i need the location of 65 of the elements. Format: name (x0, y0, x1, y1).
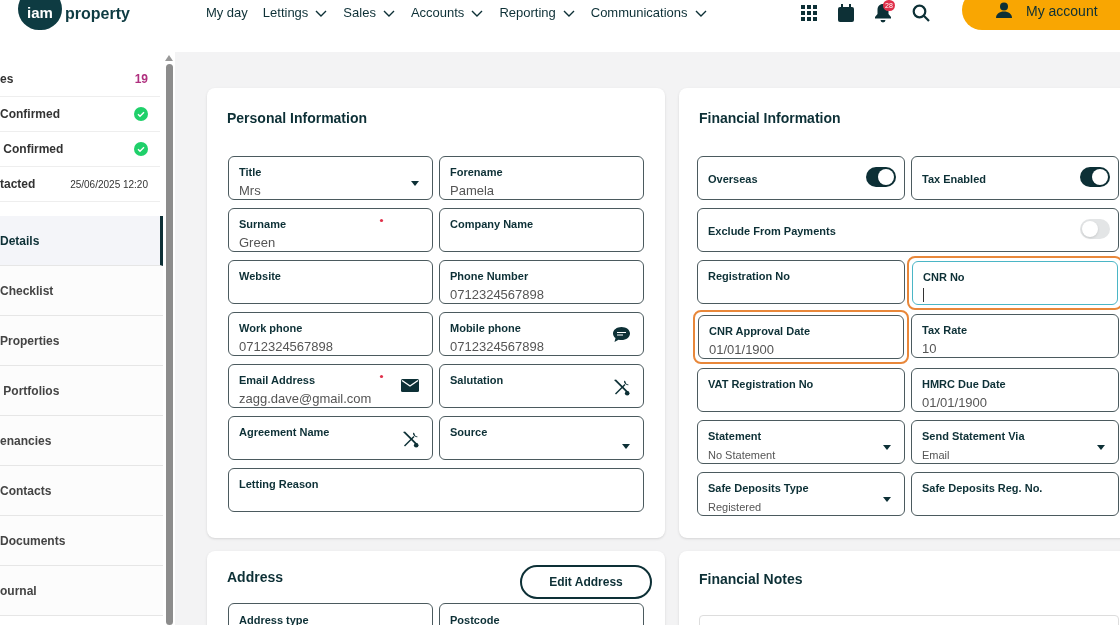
toggle-switch[interactable] (1080, 167, 1110, 187)
input-field[interactable]: Email Address zagg.dave@gmail.com (228, 364, 433, 408)
search-icon[interactable] (912, 4, 930, 22)
nav-menu[interactable]: Communications (590, 3, 708, 23)
input-field[interactable]: Mobile phone 0712324567898 (439, 312, 644, 356)
input-field[interactable]: Tax Rate 10 (911, 314, 1119, 358)
select-field[interactable]: Title Mrs (228, 156, 433, 200)
envelope-icon[interactable] (401, 379, 419, 392)
dropdown-caret-icon (622, 444, 630, 449)
nav-menu[interactable]: Lettings (262, 3, 329, 23)
account-button[interactable]: My account (962, 0, 1120, 30)
calendar-icon[interactable] (838, 4, 854, 22)
input-field[interactable]: Safe Deposits Reg. No. (911, 472, 1119, 516)
nav-menu[interactable]: Sales (343, 3, 396, 23)
dropdown-caret-icon (1097, 445, 1105, 450)
sidebar-label: es (0, 71, 14, 88)
sidebar-label: Confirmed (0, 106, 60, 123)
tools-icon[interactable] (402, 431, 419, 448)
card-title: Personal Information (227, 108, 368, 128)
card-title: Address (227, 567, 284, 587)
card-title: Financial Notes (699, 569, 803, 589)
tools-icon[interactable] (613, 379, 630, 396)
input-field[interactable]: CNR No (912, 261, 1118, 305)
nav-menu[interactable]: My day (205, 3, 248, 23)
sms-bubble-icon[interactable] (613, 327, 630, 342)
nav-menu[interactable]: Reporting (499, 3, 576, 23)
logo-text: property (65, 4, 130, 24)
input-field[interactable]: Salutation (439, 364, 644, 408)
sidebar-item[interactable]: Details (0, 216, 163, 266)
dropdown-caret-icon (883, 445, 891, 450)
select-field[interactable]: Source (439, 416, 644, 460)
input-field[interactable]: Registration No (697, 260, 905, 304)
apps-grid-icon[interactable] (800, 4, 818, 22)
toggle-row[interactable]: Exclude From Payments (697, 208, 1119, 252)
dropdown-caret-icon (411, 181, 419, 186)
input-field[interactable]: Phone Number 0712324567898 (439, 260, 644, 304)
input-field[interactable]: HMRC Due Date 01/01/1900 (911, 368, 1119, 412)
select-field[interactable]: Statement No Statement (697, 420, 905, 464)
input-field[interactable]: Agreement Name (228, 416, 433, 460)
toggle-row[interactable]: Overseas (697, 156, 905, 200)
input-field[interactable]: Company Name (439, 208, 644, 252)
edit-address-button[interactable]: Edit Address (520, 565, 652, 599)
input-field[interactable]: Surname Green (228, 208, 433, 252)
input-field[interactable]: Forename Pamela (439, 156, 644, 200)
timestamp: 25/06/2025 12:20 (70, 177, 148, 192)
count-value: 19 (134, 71, 148, 88)
sidebar-label: tacted (0, 176, 36, 193)
scrollbar[interactable] (163, 52, 175, 625)
dropdown-caret-icon (883, 497, 891, 502)
toggle-switch[interactable] (1080, 219, 1110, 239)
select-field[interactable]: Safe Deposits Type Registered (697, 472, 905, 516)
input-field[interactable]: Letting Reason (228, 468, 644, 512)
input-field[interactable]: Postcode (439, 603, 644, 625)
logo-badge: iam (18, 0, 62, 30)
toggle-row[interactable]: Tax Enabled (911, 156, 1119, 200)
toggle-switch[interactable] (866, 167, 896, 187)
nav-menu[interactable]: Accounts (410, 3, 485, 23)
user-icon (996, 2, 1012, 18)
select-field[interactable]: Send Statement Via Email (911, 420, 1119, 464)
input-field[interactable]: Work phone 0712324567898 (228, 312, 433, 356)
sidebar-label: Confirmed (2, 141, 64, 158)
input-field[interactable]: VAT Registration No (697, 368, 905, 412)
card-title: Financial Information (699, 108, 841, 128)
input-field[interactable]: Website (228, 260, 433, 304)
input-field[interactable]: CNR Approval Date 01/01/1900 (698, 315, 904, 359)
